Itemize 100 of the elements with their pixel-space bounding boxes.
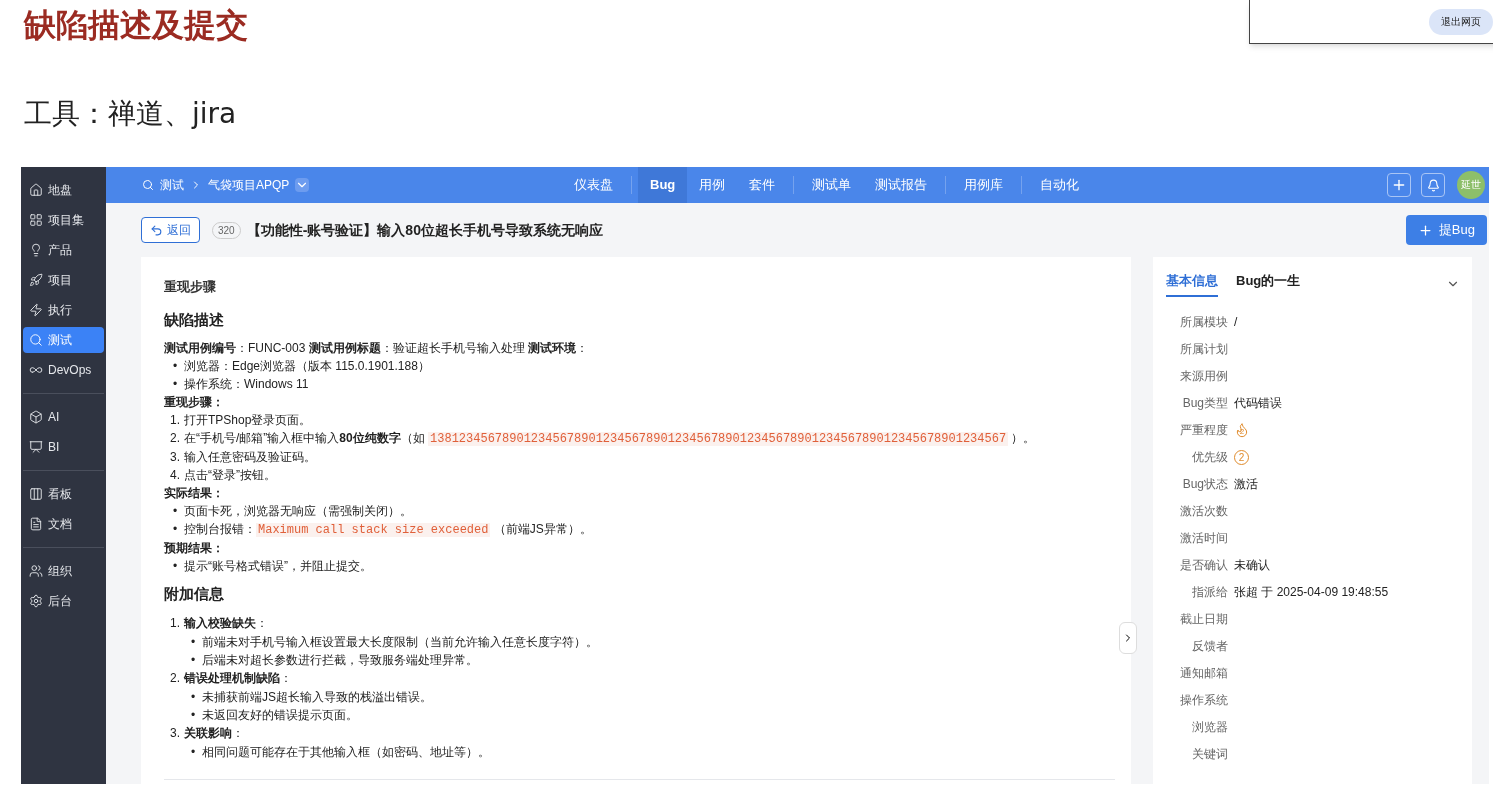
- list-item-text: 未捕获前端JS超长输入导致的栈溢出错误。: [201, 688, 432, 706]
- sidebar-item[interactable]: 测试: [23, 327, 104, 353]
- list-item-text: 点击“登录”按钮。: [183, 467, 276, 484]
- panel-tab[interactable]: 基本信息: [1166, 271, 1218, 297]
- list-marker: 2.: [169, 430, 181, 447]
- field-label: Bug类型: [1181, 395, 1228, 412]
- dropdown-icon: [295, 178, 310, 192]
- list-marker: •: [189, 743, 197, 761]
- home-icon: [29, 183, 43, 197]
- search-icon: [29, 333, 43, 347]
- columns-icon: [29, 487, 43, 501]
- sidebar-item[interactable]: AI: [23, 404, 104, 430]
- sidebar-item[interactable]: BI: [23, 434, 104, 460]
- search-icon: [142, 179, 154, 191]
- nav-tab[interactable]: 用例: [687, 167, 738, 203]
- field-label: 来源用例: [1179, 368, 1228, 385]
- list-marker: 1.: [169, 614, 181, 632]
- slide-subtitle: 工具：禅道、jira: [24, 96, 237, 132]
- bell-icon: [1426, 178, 1440, 192]
- add-button[interactable]: [1387, 173, 1411, 197]
- nav-tab[interactable]: 测试报告: [863, 167, 940, 203]
- list-item-text: 页面卡死，浏览器无响应（需强制关闭）。: [183, 503, 412, 520]
- sidebar-item[interactable]: 看板: [23, 481, 104, 507]
- sidebar-item[interactable]: 地盘: [23, 177, 104, 203]
- sidebar-item[interactable]: 后台: [23, 588, 104, 614]
- list-marker: 1.: [169, 412, 181, 429]
- list-marker: •: [189, 651, 197, 669]
- field-label: 关键词: [1191, 746, 1228, 763]
- grid-icon: [29, 213, 43, 227]
- list-marker: •: [171, 558, 179, 575]
- list-item-text: 相同问题可能存在于其他输入框（如密码、地址等）。: [201, 743, 490, 761]
- lightning-icon: [29, 303, 43, 317]
- label-text: 重现步骤：: [164, 394, 225, 411]
- label-text: 实际结果：: [164, 485, 225, 502]
- field-label: 所属计划: [1179, 341, 1228, 358]
- list-item-text: 输入校验缺失：: [182, 614, 268, 632]
- list-item-text: 浏览器：Edge浏览器（版本 115.0.1901.188）: [183, 358, 430, 375]
- notification-button[interactable]: [1421, 173, 1445, 197]
- undo-icon: [150, 223, 163, 237]
- field-label: 操作系统: [1179, 692, 1228, 709]
- field-label: 严重程度: [1179, 422, 1228, 439]
- plus-icon: [1417, 222, 1433, 238]
- sidebar-item[interactable]: 文档: [23, 511, 104, 537]
- nav-tab[interactable]: 自动化: [1028, 167, 1092, 203]
- field-label: Bug状态: [1181, 476, 1228, 493]
- sidebar-item[interactable]: 项目: [23, 267, 104, 293]
- field-label: 截止日期: [1179, 611, 1228, 628]
- exit-button[interactable]: 退出网页: [1429, 8, 1493, 35]
- section-heading: 附加信息: [164, 584, 225, 604]
- field-label: 所属模块: [1179, 314, 1228, 331]
- severity-badge: 2: [1234, 422, 1250, 438]
- plus-icon: [1391, 177, 1407, 193]
- field-label: 通知邮箱: [1179, 665, 1228, 682]
- presentation-icon: [29, 440, 43, 454]
- list-marker: •: [189, 633, 197, 651]
- field-value: 代码错误: [1234, 395, 1282, 412]
- breadcrumb-link[interactable]: 测试: [160, 176, 184, 194]
- nav-tab[interactable]: 套件: [737, 167, 788, 203]
- list-marker: •: [171, 503, 179, 520]
- back-button[interactable]: 返回: [141, 217, 200, 243]
- panel-tab[interactable]: Bug的一生: [1236, 271, 1301, 297]
- nav-tab[interactable]: 用例库: [952, 167, 1016, 203]
- nav-tab[interactable]: 仪表盘: [562, 167, 625, 203]
- field-label: 优先级: [1191, 449, 1228, 466]
- breadcrumb-link[interactable]: 气袋项目APQP: [208, 176, 290, 194]
- sidebar-item[interactable]: 项目集: [23, 207, 104, 233]
- list-item-text: 前端未对手机号输入框设置最大长度限制（当前允许输入任意长度字符）。: [201, 633, 598, 651]
- list-item-text: 操作系统：Windows 11: [183, 376, 309, 393]
- field-label: 激活次数: [1179, 503, 1228, 520]
- field-label: 是否确认: [1179, 557, 1228, 574]
- field-label: 浏览器: [1191, 719, 1228, 736]
- list-marker: 2.: [169, 669, 181, 687]
- section-label: 重现步骤: [164, 278, 217, 296]
- field-label: 激活时间: [1179, 530, 1228, 547]
- field-value: 张超 于 2025-04-09 19:48:55: [1234, 584, 1389, 601]
- list-marker: 4.: [169, 467, 181, 484]
- users-icon: [29, 564, 43, 578]
- sidebar-item[interactable]: DevOps: [23, 357, 104, 383]
- list-marker: 3.: [169, 449, 181, 466]
- nav-tab[interactable]: 测试单: [800, 167, 864, 203]
- expand-handle[interactable]: [1119, 622, 1137, 654]
- list-item-text: 提示“账号格式错误”，并阻止提交。: [183, 558, 372, 575]
- sidebar-item[interactable]: 组织: [23, 558, 104, 584]
- field-label: 指派给: [1191, 584, 1228, 601]
- sidebar-item[interactable]: 执行: [23, 297, 104, 323]
- label-text: 预期结果：: [164, 540, 225, 557]
- section-heading: 缺陷描述: [164, 309, 225, 330]
- create-bug-button[interactable]: 提Bug: [1405, 215, 1487, 245]
- list-item-text: 打开TPShop登录页面。: [183, 412, 312, 429]
- settings-icon: [29, 594, 43, 608]
- list-item-text: 关联影响：: [183, 724, 244, 742]
- nav-tab[interactable]: Bug: [638, 167, 688, 203]
- list-item-text: 未返回友好的错误提示页面。: [201, 706, 358, 724]
- sidebar-item[interactable]: 产品: [23, 237, 104, 263]
- field-value: 未确认: [1234, 557, 1270, 574]
- field-value: 激活: [1234, 476, 1258, 493]
- cube-icon: [29, 410, 43, 424]
- list-item-text: 错误处理机制缺陷：: [183, 669, 292, 687]
- list-marker: •: [171, 521, 179, 538]
- list-marker: •: [171, 358, 179, 375]
